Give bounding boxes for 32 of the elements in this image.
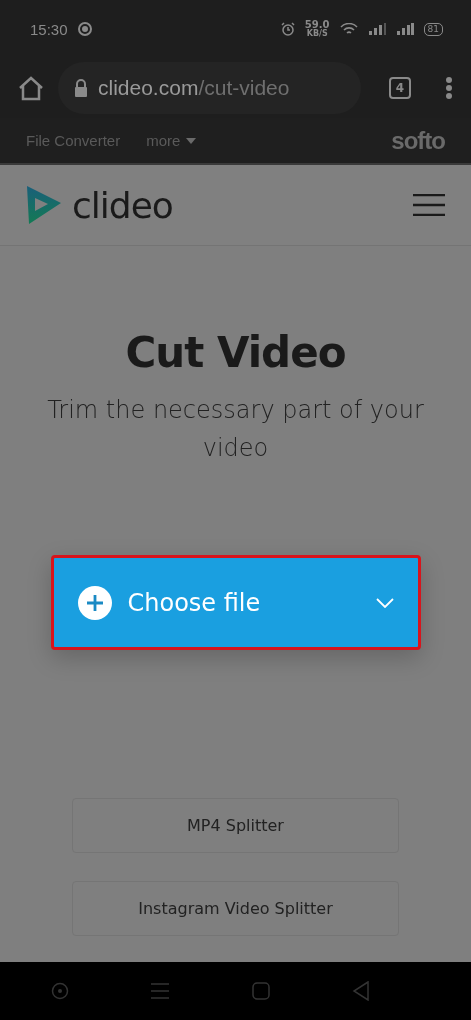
plus-icon: [77, 585, 112, 620]
site-logo[interactable]: clideo: [72, 184, 173, 226]
page-title: Cut Video: [125, 328, 346, 377]
url-host: clideo.com: [98, 76, 199, 99]
url-path: /cut-video: [198, 76, 290, 99]
brand-logo[interactable]: softo: [391, 126, 445, 155]
lock-icon: [74, 79, 88, 97]
assistant-icon[interactable]: [51, 982, 70, 1000]
play-logo-icon: [26, 185, 62, 225]
clock-time: 15:30: [30, 20, 68, 38]
related-tool-link[interactable]: MP4 Splitter: [72, 798, 399, 853]
compass-icon: [77, 22, 92, 36]
nav-link[interactable]: File Converter: [26, 132, 121, 149]
choose-file-button[interactable]: Choose file: [50, 555, 421, 650]
signal-icon: [395, 23, 414, 35]
menu-icon[interactable]: [413, 194, 445, 216]
more-options-icon[interactable]: [445, 76, 453, 100]
network-speed: 59.0: [304, 20, 330, 30]
signal-icon: [367, 23, 386, 35]
battery-level: 81: [423, 22, 443, 36]
chevron-down-icon: [375, 597, 394, 608]
home-icon[interactable]: [18, 75, 44, 101]
more-menu[interactable]: more: [146, 132, 197, 149]
wifi-icon: [339, 22, 358, 36]
related-tool-link[interactable]: Instagram Video Splitter: [72, 881, 399, 936]
page-subtitle: Trim the necessary part of your video: [46, 395, 425, 464]
tab-count[interactable]: 4: [389, 77, 411, 99]
address-bar[interactable]: clideo.com/cut-video: [58, 62, 361, 114]
alarm-icon: [280, 22, 295, 36]
back-icon[interactable]: [351, 981, 370, 1001]
speed-unit: KB/S: [306, 30, 328, 38]
caret-icon: [186, 137, 197, 144]
